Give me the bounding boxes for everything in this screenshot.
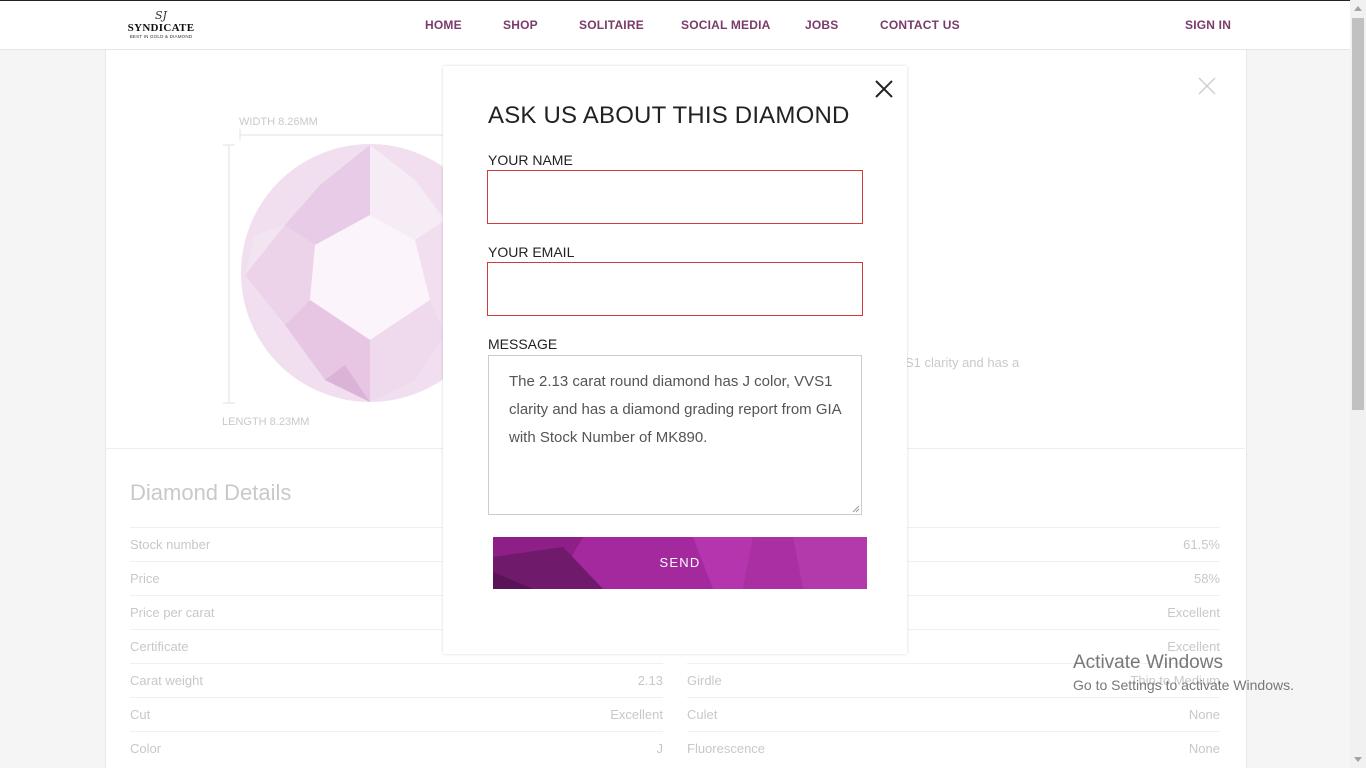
sign-in-link[interactable]: SIGN IN <box>1185 18 1231 32</box>
detail-key: Color <box>130 741 162 756</box>
length-measure-label: LENGTH 8.23MM <box>222 416 310 428</box>
detail-key: Culet <box>687 707 718 722</box>
width-measure-label: WIDTH 8.26MM <box>239 116 318 128</box>
nav-solitaire[interactable]: SOLITAIRE <box>579 18 644 32</box>
top-navigation-bar: SJ SYNDICATE BEST IN GOLD & DIAMOND HOME… <box>0 0 1350 50</box>
diamond-details-title: Diamond Details <box>130 480 292 505</box>
resize-grip-icon[interactable] <box>850 503 860 513</box>
detail-row: Color J <box>130 731 663 766</box>
logo-mark: SJ <box>155 9 167 22</box>
send-button[interactable]: SEND <box>493 537 867 589</box>
detail-value: Excellent <box>1167 605 1220 620</box>
detail-key: Price <box>130 571 160 586</box>
diamond-description-fragment: S1 clarity and has a <box>905 355 1020 370</box>
email-field-label: YOUR EMAIL <box>488 244 575 260</box>
nav-shop[interactable]: SHOP <box>503 18 538 32</box>
detail-row: Culet None <box>687 697 1220 732</box>
nav-social-media[interactable]: SOCIAL MEDIA <box>681 18 771 32</box>
detail-key: Certificate <box>130 639 189 654</box>
detail-value: 61.5% <box>1183 537 1220 552</box>
name-field-label: YOUR NAME <box>488 152 573 168</box>
diamond-illustration <box>223 129 475 404</box>
activate-windows-subtitle: Go to Settings to activate Windows. <box>1073 677 1294 693</box>
detail-row: Fluorescence None <box>687 731 1220 766</box>
scrollbar-thumb[interactable] <box>1352 18 1364 410</box>
detail-value: None <box>1188 741 1220 756</box>
detail-key: Carat weight <box>130 673 203 688</box>
background-close-icon[interactable] <box>1197 76 1217 96</box>
scroll-up-arrow-icon[interactable] <box>1354 6 1362 11</box>
ask-about-diamond-modal: ASK US ABOUT THIS DIAMOND YOUR NAME YOUR… <box>443 66 907 654</box>
nav-jobs[interactable]: JOBS <box>805 18 838 32</box>
activate-windows-title: Activate Windows <box>1073 652 1223 673</box>
detail-value: None <box>1188 707 1220 722</box>
detail-key: Cut <box>130 707 151 722</box>
logo-tagline: BEST IN GOLD & DIAMOND <box>129 34 193 39</box>
detail-key: Fluorescence <box>687 741 766 756</box>
detail-value: J <box>656 741 664 756</box>
nav-home[interactable]: HOME <box>425 18 462 32</box>
nav-contact-us[interactable]: CONTACT US <box>880 18 960 32</box>
detail-value: 58% <box>1193 571 1220 586</box>
message-field[interactable]: The 2.13 carat round diamond has J color… <box>488 355 862 515</box>
close-icon[interactable] <box>874 79 894 99</box>
detail-value: Excellent <box>610 707 663 722</box>
message-field-label: MESSAGE <box>488 336 558 352</box>
detail-row: Carat weight 2.13 <box>130 663 663 698</box>
send-button-label: SEND <box>659 555 701 570</box>
detail-key: Price per carat <box>130 605 215 620</box>
logo-brand: SYNDICATE <box>127 22 195 34</box>
detail-key: Girdle <box>687 673 722 688</box>
syndicate-logo[interactable]: SJ SYNDICATE BEST IN GOLD & DIAMOND <box>123 10 199 44</box>
detail-row: Cut Excellent <box>130 697 663 732</box>
email-field[interactable] <box>487 262 863 316</box>
detail-value: 2.13 <box>637 673 663 688</box>
modal-title: ASK US ABOUT THIS DIAMOND <box>488 102 850 129</box>
name-field[interactable] <box>487 170 863 224</box>
page-scrollbar[interactable] <box>1350 0 1366 768</box>
scroll-down-arrow-icon[interactable] <box>1354 757 1362 762</box>
detail-key: Stock number <box>130 537 211 552</box>
